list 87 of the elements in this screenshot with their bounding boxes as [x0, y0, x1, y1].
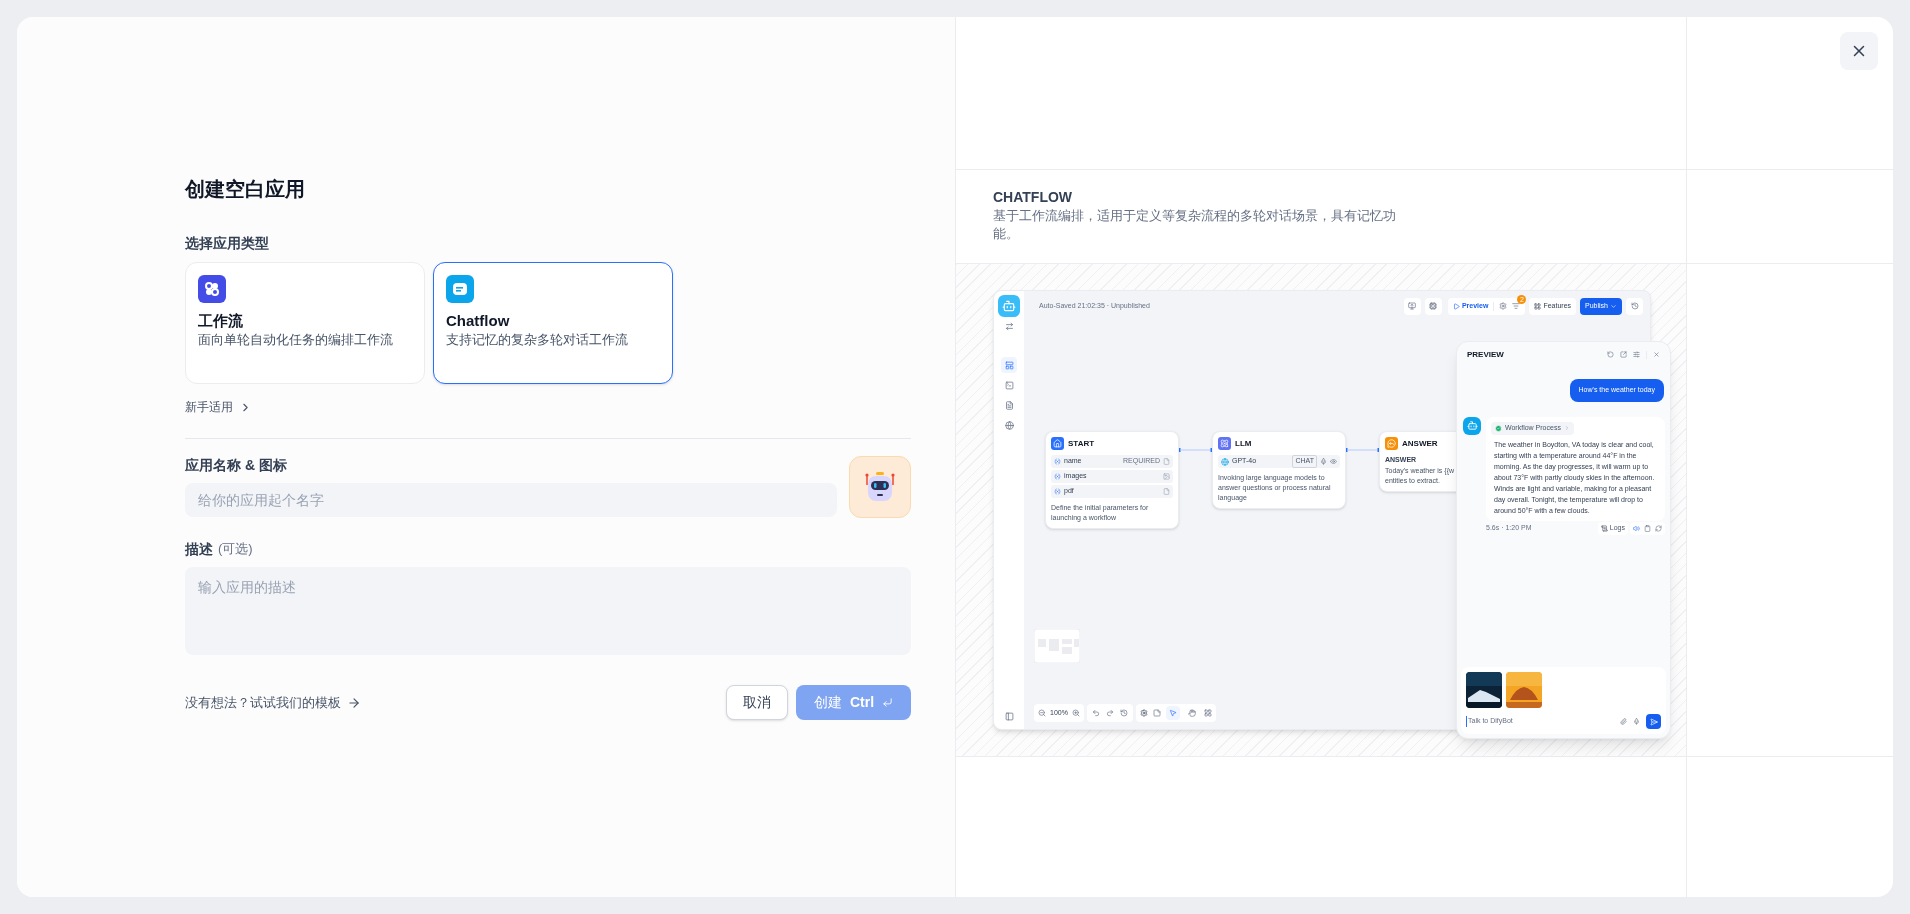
field-label: 应用名称 & 图标: [185, 456, 287, 475]
section-label: 选择应用类型: [185, 234, 269, 253]
node-icon: [1051, 437, 1064, 450]
edge-line: [1179, 447, 1212, 453]
robot-icon: [1466, 420, 1478, 431]
chevron-right-icon: [1563, 425, 1570, 431]
app-icon-picker[interactable]: [849, 456, 911, 518]
mic-icon: [1320, 458, 1327, 465]
settings-icon[interactable]: [1139, 709, 1148, 717]
toolbar-button[interactable]: [1424, 297, 1442, 315]
send-button[interactable]: [1646, 714, 1661, 729]
layout-icon[interactable]: [1203, 709, 1212, 717]
check-icon: [1495, 424, 1502, 432]
dialog-title: 创建空白应用: [185, 177, 305, 202]
card-title: 工作流: [198, 311, 243, 331]
terminal-icon: [1004, 380, 1014, 390]
node-icon: [1385, 437, 1398, 450]
chip-icon: [1429, 302, 1438, 310]
workflow-icon: [198, 275, 226, 303]
close-button[interactable]: [1840, 32, 1878, 70]
card-description: 面向单轮自动化任务的编排工作流: [198, 331, 393, 349]
refresh-icon[interactable]: [1607, 351, 1614, 358]
node-title: LLM: [1235, 437, 1252, 450]
template-link[interactable]: 没有想法？试试我们的模板: [185, 692, 361, 713]
file-icon: [1163, 458, 1170, 465]
globe-icon: [1004, 420, 1014, 430]
file-icon: [1163, 488, 1170, 495]
history-icon[interactable]: [1119, 709, 1128, 717]
history-button[interactable]: [1626, 297, 1643, 315]
swap-icon[interactable]: [1004, 322, 1014, 331]
undo-icon[interactable]: [1091, 709, 1100, 717]
sliders-icon[interactable]: [1633, 351, 1640, 358]
robot-icon: [1002, 299, 1016, 313]
open-icon[interactable]: [1620, 351, 1627, 358]
attach-icon[interactable]: [1620, 718, 1627, 725]
chevron-down-icon: [1610, 302, 1617, 310]
mic-icon[interactable]: [1633, 718, 1640, 725]
preview-description: 基于工作流编排，适用于定义等复杂流程的多轮对话场景，具有记忆功能。: [993, 207, 1397, 243]
image-icon: [1163, 473, 1170, 480]
grid-icon: [1534, 302, 1542, 310]
variable-icon: [1054, 458, 1061, 465]
sidebar-item[interactable]: [1001, 357, 1017, 373]
hand-icon: [1187, 709, 1196, 717]
zoom-out-icon[interactable]: [1038, 709, 1046, 717]
close-icon[interactable]: [1653, 351, 1660, 358]
node-title: ANSWER: [1402, 437, 1438, 450]
enter-key-icon: [882, 697, 894, 708]
edge-line: [1346, 447, 1379, 453]
app-type-card[interactable]: 工作流 面向单轮自动化任务的编排工作流: [185, 262, 425, 384]
app-type-card[interactable]: Chatflow 支持记忆的复杂多轮对话工作流: [433, 262, 673, 384]
app-logo[interactable]: [998, 295, 1020, 317]
copy-icon[interactable]: [1644, 524, 1651, 532]
beginner-link[interactable]: 新手适用: [185, 398, 252, 416]
regenerate-icon[interactable]: [1655, 524, 1662, 532]
variable-icon: [1054, 488, 1061, 495]
card-title: Chatflow: [446, 311, 510, 331]
history-icon: [1630, 302, 1639, 310]
send-icon: [1649, 717, 1658, 726]
speaker-icon[interactable]: [1633, 524, 1640, 532]
node-icon: [1218, 437, 1231, 450]
cancel-button[interactable]: 取消: [726, 685, 788, 720]
variable-icon: [1054, 473, 1061, 480]
app-name-field[interactable]: 给你的应用起个名字: [185, 483, 837, 517]
monitor-icon: [1408, 302, 1417, 310]
chat-icon: [446, 275, 474, 303]
panel-icon[interactable]: [1004, 712, 1014, 721]
note-icon[interactable]: [1152, 709, 1161, 717]
document-icon: [1004, 400, 1014, 410]
optional-hint: (可选): [218, 540, 253, 559]
node-title: START: [1068, 437, 1095, 450]
preview-title: CHATFLOW: [993, 188, 1073, 207]
panel-title: PREVIEW: [1467, 348, 1504, 361]
checklist-icon[interactable]: [1512, 302, 1521, 310]
card-description: 支持记忆的复杂多轮对话工作流: [446, 331, 628, 349]
eye-icon: [1330, 458, 1337, 465]
toolbar-button[interactable]: [1403, 297, 1421, 315]
zoom-in-icon[interactable]: [1071, 709, 1080, 717]
globe-icon: [1221, 457, 1229, 466]
redo-icon[interactable]: [1105, 709, 1114, 717]
pointer-icon: [1168, 709, 1177, 717]
description-field[interactable]: 输入应用的描述: [185, 567, 911, 655]
logs-icon: [1600, 524, 1608, 532]
field-label: 描述: [185, 540, 213, 559]
layout-icon: [1004, 360, 1014, 370]
pointer-tool[interactable]: [1165, 706, 1180, 720]
play-icon: [1452, 302, 1460, 310]
settings-icon[interactable]: [1499, 302, 1508, 310]
